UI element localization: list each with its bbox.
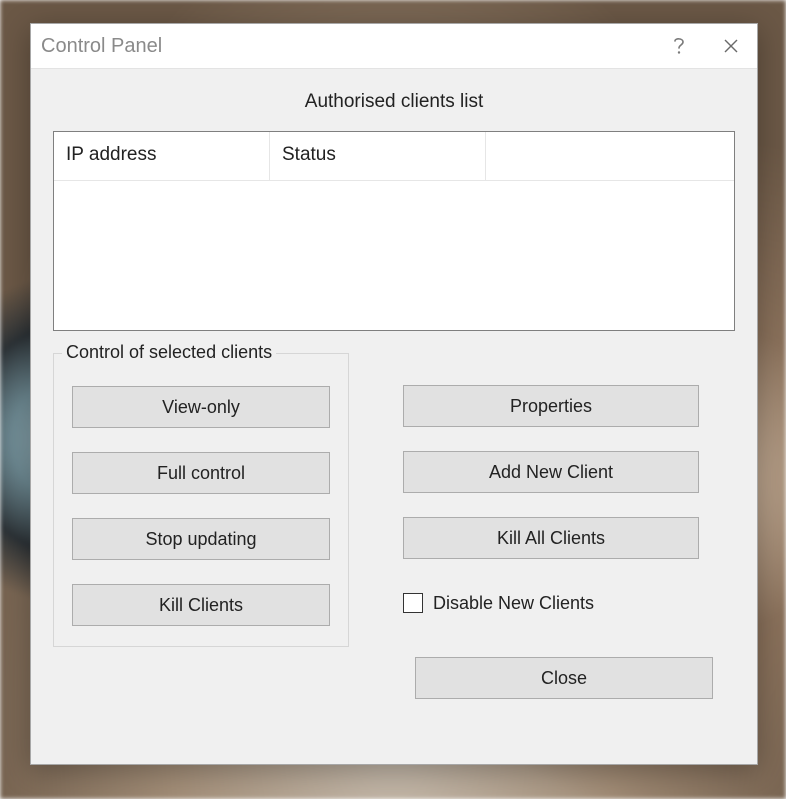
lower-panel: Control of selected clients View-only Fu… <box>53 353 735 647</box>
kill-clients-button[interactable]: Kill Clients <box>72 584 330 626</box>
clients-listview[interactable]: IP address Status <box>53 131 735 331</box>
disable-new-clients-label: Disable New Clients <box>433 593 594 614</box>
help-button[interactable] <box>653 24 705 68</box>
footer-row: Close <box>53 657 735 699</box>
stop-updating-button[interactable]: Stop updating <box>72 518 330 560</box>
group-legend: Control of selected clients <box>62 342 276 363</box>
view-only-button[interactable]: View-only <box>72 386 330 428</box>
close-window-button[interactable] <box>705 24 757 68</box>
column-empty[interactable] <box>486 132 734 180</box>
help-icon <box>672 36 686 56</box>
kill-all-clients-button[interactable]: Kill All Clients <box>403 517 699 559</box>
listview-header: IP address Status <box>54 132 734 181</box>
disable-new-clients-checkbox[interactable]: Disable New Clients <box>403 583 699 623</box>
window-title: Control Panel <box>41 35 162 58</box>
control-selected-group: Control of selected clients View-only Fu… <box>53 353 349 647</box>
checkbox-box-icon <box>403 593 423 613</box>
control-panel-window: Control Panel Authorised clients list IP… <box>30 23 758 765</box>
close-icon <box>723 38 739 54</box>
right-column: Properties Add New Client Kill All Clien… <box>403 353 699 623</box>
column-status[interactable]: Status <box>270 132 486 180</box>
column-ip-address[interactable]: IP address <box>54 132 270 180</box>
clients-list-label: Authorised clients list <box>53 91 735 113</box>
properties-button[interactable]: Properties <box>403 385 699 427</box>
client-area: Authorised clients list IP address Statu… <box>31 69 757 764</box>
full-control-button[interactable]: Full control <box>72 452 330 494</box>
add-new-client-button[interactable]: Add New Client <box>403 451 699 493</box>
titlebar: Control Panel <box>31 24 757 69</box>
close-button[interactable]: Close <box>415 657 713 699</box>
